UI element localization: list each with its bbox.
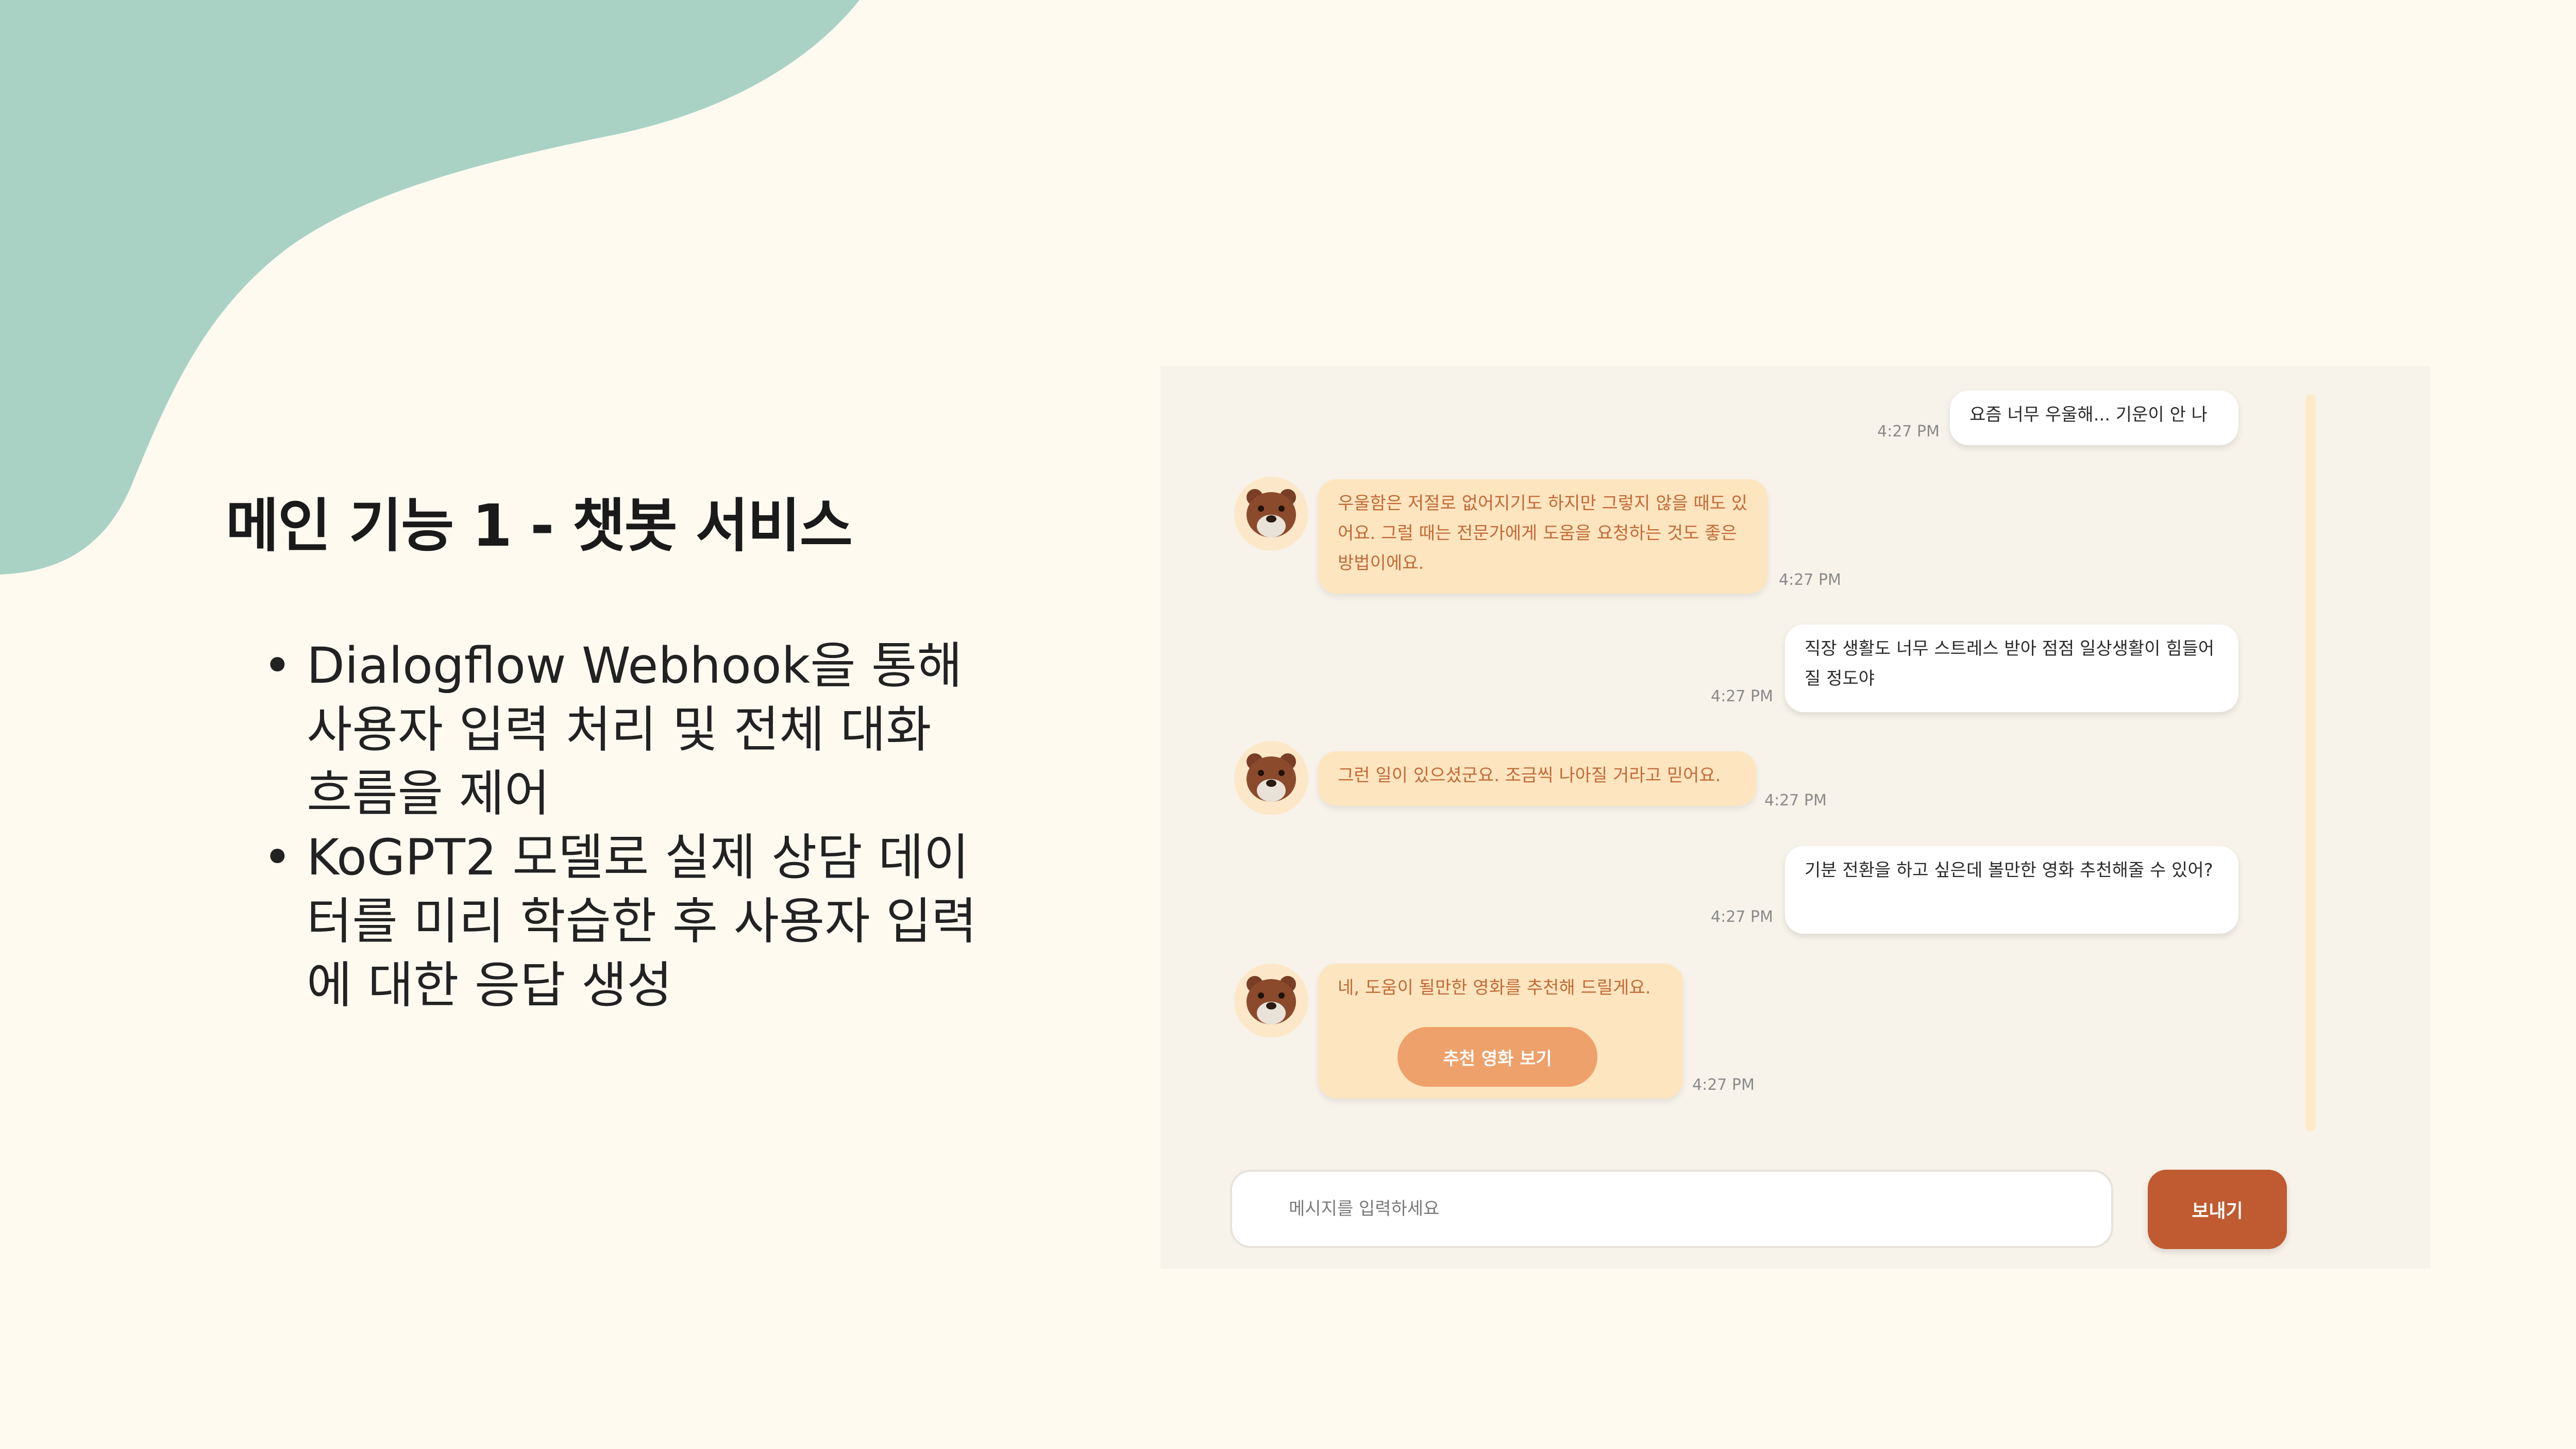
bot-message-bubble: 우울함은 저절로 없어지기도 하지만 그렇지 않을 때도 있어요. 그럴 때는 … [1318, 479, 1767, 594]
bullet-item: KoGPT2 모델로 실제 상담 데이터를 미리 학습한 후 사용자 입력에 대… [263, 825, 984, 1017]
message-timestamp: 4:27 PM [1764, 791, 1827, 810]
message-input-container [1230, 1170, 2113, 1248]
bear-face-icon [1234, 964, 1308, 1038]
user-message-bubble: 요즘 너무 우울해... 기운이 안 나 [1950, 391, 2238, 445]
message-timestamp: 4:27 PM [1711, 908, 1773, 926]
user-message-bubble: 직장 생활도 너무 스트레스 받아 점점 일상생활이 힘들어질 정도야 [1785, 625, 2238, 712]
send-button[interactable]: 보내기 [2148, 1170, 2287, 1249]
message-timestamp: 4:27 PM [1779, 571, 1841, 589]
chat-scrollbar[interactable] [2305, 394, 2316, 1131]
bullet-list: Dialogflow Webhook을 통해 사용자 입력 처리 및 전체 대화… [263, 634, 984, 1017]
bear-face-icon [1234, 477, 1308, 551]
user-message-bubble: 기분 전환을 하고 싶은데 볼만한 영화 추천해줄 수 있어? [1785, 846, 2238, 934]
bot-message-text: 네, 도움이 될만한 영화를 추천해 드릴게요. [1338, 978, 1651, 998]
message-timestamp: 4:27 PM [1692, 1076, 1755, 1094]
bear-face-icon [1234, 741, 1308, 815]
message-timestamp: 4:27 PM [1877, 423, 1940, 441]
bullet-item: Dialogflow Webhook을 통해 사용자 입력 처리 및 전체 대화… [263, 634, 984, 825]
slide: 메인 기능 1 - 챗봇 서비스 Dialogflow Webhook을 통해 … [0, 0, 2576, 1449]
message-input[interactable] [1289, 1172, 2093, 1246]
bot-message-bubble: 그런 일이 있으셨군요. 조금씩 나아질 거라고 믿어요. [1318, 751, 1756, 806]
recommend-movie-button[interactable]: 추천 영화 보기 [1398, 1027, 1597, 1087]
message-timestamp: 4:27 PM [1711, 687, 1773, 705]
slide-title: 메인 기능 1 - 챗봇 서비스 [226, 493, 853, 560]
